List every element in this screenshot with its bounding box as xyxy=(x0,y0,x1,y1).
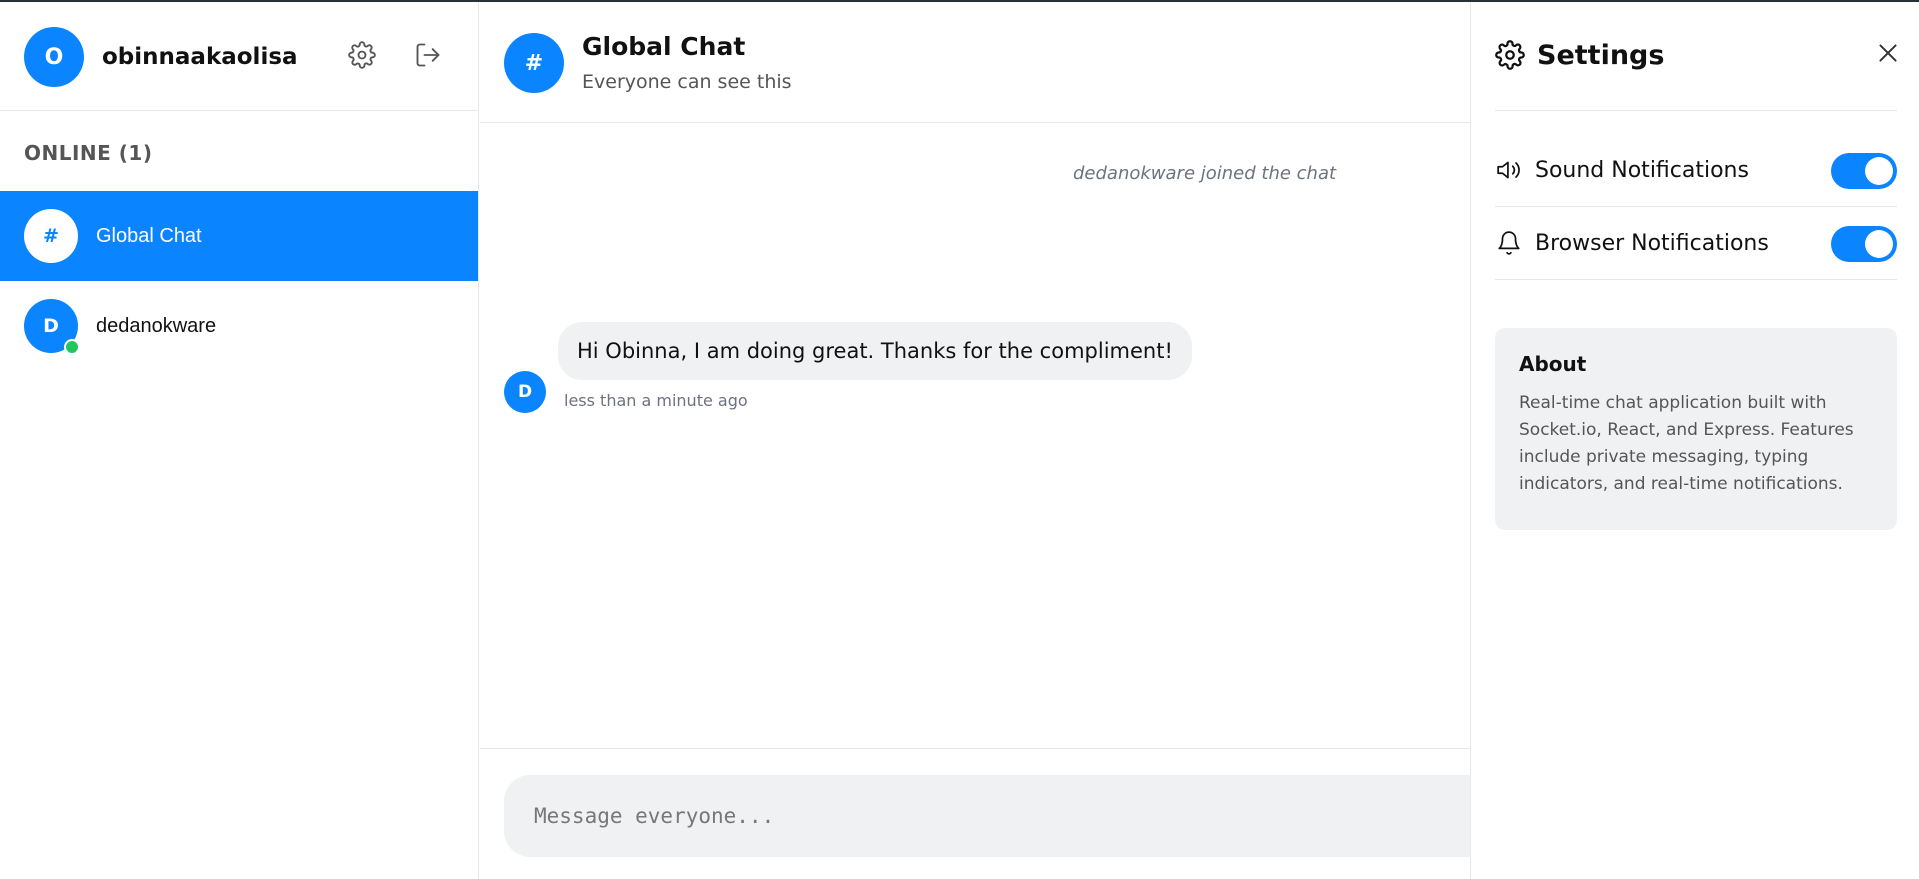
chat-subtitle: Everyone can see this xyxy=(582,71,792,93)
system-message: dedanokware joined the chat xyxy=(1073,163,1337,184)
message-bubble: Hi Obinna, I am doing great. Thanks for … xyxy=(558,322,1192,380)
online-status-indicator xyxy=(64,339,80,355)
gear-icon xyxy=(1495,40,1525,70)
logout-button[interactable] xyxy=(410,37,446,73)
room-avatar: # xyxy=(24,209,78,263)
sidebar-item-dedanokware[interactable]: D dedanokware xyxy=(0,281,478,371)
channel-avatar: # xyxy=(504,33,564,93)
settings-button[interactable] xyxy=(344,37,380,73)
user-avatar: D xyxy=(24,299,80,355)
close-settings-button[interactable] xyxy=(1871,36,1905,70)
browser-notifications-label: Browser Notifications xyxy=(1535,230,1769,256)
username: obinnaakaolisa xyxy=(102,44,298,70)
chat-title: Global Chat xyxy=(582,32,746,61)
sidebar: O obinnaakaolisa ONLINE (1) # Global Cha… xyxy=(0,2,479,879)
settings-title: Settings xyxy=(1537,40,1665,71)
user-avatar: O xyxy=(24,27,84,87)
sound-notifications-label: Sound Notifications xyxy=(1535,157,1749,183)
settings-header: Settings xyxy=(1495,2,1897,111)
toggle-knob xyxy=(1865,230,1893,258)
sidebar-item-label: dedanokware xyxy=(96,314,217,337)
about-text: Real-time chat application built with So… xyxy=(1519,393,1854,494)
gear-icon xyxy=(348,41,376,69)
about-card: About Real-time chat application built w… xyxy=(1495,328,1897,530)
about-title: About xyxy=(1519,352,1587,376)
settings-panel: Settings Sound Notifications Browser Not… xyxy=(1470,2,1919,879)
message-input[interactable] xyxy=(504,775,1470,857)
message-avatar: D xyxy=(504,371,546,413)
message-timestamp: less than a minute ago xyxy=(564,391,748,410)
sound-notifications-toggle[interactable] xyxy=(1831,153,1897,189)
bell-icon xyxy=(1495,229,1523,257)
speaker-icon xyxy=(1495,156,1523,184)
sidebar-item-label: Global Chat xyxy=(96,224,202,247)
toggle-knob xyxy=(1865,157,1893,185)
close-icon xyxy=(1875,40,1901,66)
sound-notifications-row: Sound Notifications xyxy=(1495,134,1897,207)
logout-icon xyxy=(414,41,442,69)
chat-header: # Global Chat Everyone can see this xyxy=(480,2,1470,123)
sidebar-header: O obinnaakaolisa xyxy=(0,2,478,111)
chat-panel: # Global Chat Everyone can see this deda… xyxy=(480,2,1470,879)
browser-notifications-row: Browser Notifications xyxy=(1495,207,1897,280)
message-text: Hi Obinna, I am doing great. Thanks for … xyxy=(577,339,1173,363)
online-users-heading: ONLINE (1) xyxy=(24,141,153,165)
sidebar-item-global-chat[interactable]: # Global Chat xyxy=(0,191,478,281)
message-composer xyxy=(480,748,1470,879)
browser-notifications-toggle[interactable] xyxy=(1831,226,1897,262)
avatar-initial: D xyxy=(43,315,59,337)
